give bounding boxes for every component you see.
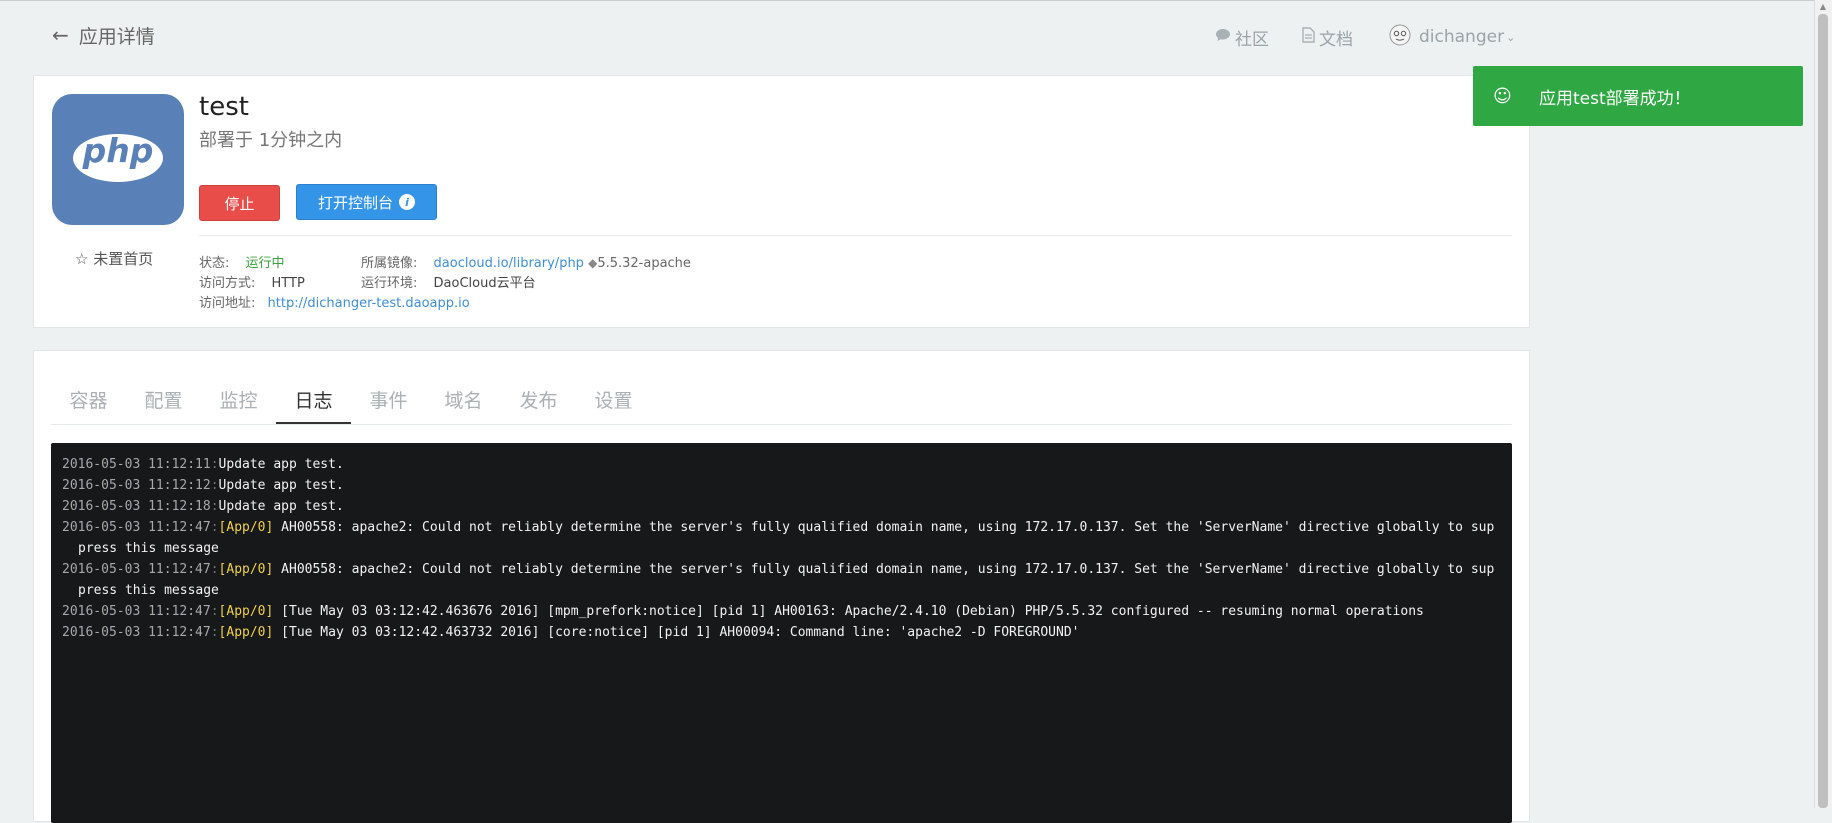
stop-button[interactable]: 停止 (199, 185, 280, 221)
success-toast[interactable]: ☺ 应用test部署成功！ (1473, 66, 1803, 126)
back-link[interactable]: ← 应用详情 (52, 20, 155, 50)
tab-config[interactable]: 配置 (126, 379, 201, 424)
app-url-link[interactable]: http://dichanger-test.daoapp.io (268, 296, 470, 311)
log-message: AH00558: apache2: Could not reliably det… (78, 562, 1495, 598)
status-badge: 运行中 (245, 256, 285, 271)
log-message: Update app test. (218, 457, 344, 472)
log-timestamp: 2016-05-03 11:12:47 (62, 562, 211, 577)
log-line: 2016-05-03 11:12:11:Update app test. (62, 457, 344, 472)
comment-icon (1215, 28, 1231, 46)
log-message: [Tue May 03 03:12:42.463676 2016] [mpm_p… (281, 604, 1424, 619)
avatar (1389, 24, 1411, 50)
log-line: 2016-05-03 11:12:47:[App/0] [Tue May 03 … (62, 604, 1424, 619)
log-message: Update app test. (218, 478, 344, 493)
star-icon: ☆ (75, 250, 89, 268)
toast-message: 应用test部署成功！ (1539, 88, 1691, 109)
status-label: 状态: (199, 256, 230, 271)
env-value: DaoCloud云平台 (433, 276, 536, 291)
log-line: 2016-05-03 11:12:18:Update app test. (62, 499, 344, 514)
scrollbar-thumb[interactable] (1818, 14, 1828, 808)
log-line: 2016-05-03 11:12:47:[App/0] [Tue May 03 … (62, 625, 1080, 640)
php-logo: php (52, 94, 184, 225)
nav-docs[interactable]: 文档 (1302, 25, 1353, 50)
image-tag: 5.5.32-apache (597, 256, 691, 271)
tab-settings[interactable]: 设置 (576, 379, 651, 424)
log-timestamp: 2016-05-03 11:12:18 (62, 499, 211, 514)
log-message: [Tue May 03 03:12:42.463732 2016] [core:… (281, 625, 1080, 640)
access-label: 访问方式: (199, 276, 256, 291)
log-source: [App/0] (218, 520, 274, 535)
log-console[interactable]: 2016-05-03 11:12:11:Update app test. 2016… (51, 443, 1512, 823)
user-menu[interactable]: dichanger ⌄ (1389, 24, 1515, 50)
tab-release[interactable]: 发布 (501, 379, 576, 424)
smile-icon: ☺ (1493, 85, 1512, 107)
chevron-down-icon: ⌄ (1506, 30, 1516, 44)
page-title: 应用详情 (78, 25, 155, 48)
url-label: 访问地址: (199, 296, 256, 311)
app-name: test (199, 92, 249, 122)
image-label: 所属镜像: (361, 256, 418, 271)
tab-logs[interactable]: 日志 (276, 379, 351, 424)
image-link[interactable]: daocloud.io/library/php (434, 256, 584, 271)
log-source: [App/0] (218, 562, 274, 577)
arrow-left-icon: ← (52, 23, 69, 47)
tab-domains[interactable]: 域名 (426, 379, 501, 424)
pin-homepage-link[interactable]: ☆ 未置首页 (75, 248, 153, 269)
tab-monitor[interactable]: 监控 (201, 379, 276, 424)
app-summary-card: php ☆ 未置首页 test 部署于 1分钟之内 停止 打开控制台 i 状态:… (33, 75, 1530, 328)
log-panel: 容器 配置 监控 日志 事件 域名 发布 设置 2016-05-03 11:12:11:Upd… (33, 350, 1530, 823)
access-value: HTTP (271, 276, 305, 291)
log-line: 2016-05-03 11:12:12:Update app test. (62, 478, 344, 493)
log-timestamp: 2016-05-03 11:12:47 (62, 625, 211, 640)
tag-icon: ◆ (588, 256, 598, 270)
log-message: Update app test. (218, 499, 344, 514)
log-line: 2016-05-03 11:12:47:[App/0] AH00558: apa… (62, 562, 1495, 598)
log-line: 2016-05-03 11:12:47:[App/0] AH00558: apa… (62, 520, 1495, 556)
tab-events[interactable]: 事件 (351, 379, 426, 424)
deploy-time: 部署于 1分钟之内 (199, 130, 343, 151)
info-icon: i (399, 194, 415, 210)
username: dichanger (1419, 27, 1505, 47)
env-label: 运行环境: (361, 276, 418, 291)
open-console-button[interactable]: 打开控制台 i (296, 184, 437, 220)
document-icon (1302, 27, 1315, 47)
log-timestamp: 2016-05-03 11:12:12 (62, 478, 211, 493)
log-source: [App/0] (218, 625, 274, 640)
tab-containers[interactable]: 容器 (51, 379, 126, 424)
scroll-up-icon[interactable]: ▲ (1818, 2, 1828, 12)
log-timestamp: 2016-05-03 11:12:47 (62, 520, 211, 535)
log-message: AH00558: apache2: Could not reliably det… (78, 520, 1495, 556)
log-source: [App/0] (218, 604, 274, 619)
tab-bar: 容器 配置 监控 日志 事件 域名 发布 设置 (51, 379, 651, 424)
log-timestamp: 2016-05-03 11:12:11 (62, 457, 211, 472)
log-timestamp: 2016-05-03 11:12:47 (62, 604, 211, 619)
nav-community[interactable]: 社区 (1215, 25, 1269, 50)
